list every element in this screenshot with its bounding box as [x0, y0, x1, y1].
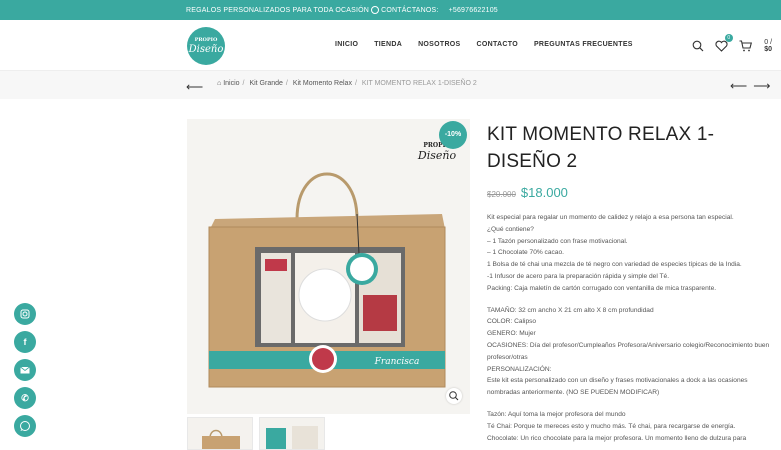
top-announcement-bar: REGALOS PERSONALIZADOS PARA TODA OCASIÓN… [0, 0, 781, 20]
announcement-text: REGALOS PERSONALIZADOS PARA TODA OCASIÓN [186, 6, 370, 14]
instagram-icon[interactable] [14, 303, 36, 325]
nav-item-nosotros[interactable]: NOSOTROS [418, 41, 460, 48]
cart-summary[interactable]: 0 / $0 [764, 39, 781, 53]
discount-badge: -10% [439, 121, 467, 149]
thumbnail-strip [187, 417, 325, 450]
breadcrumb-current: KIT MOMENTO RELAX 1-DISEÑO 2 [361, 80, 477, 87]
nav-item-contacto[interactable]: CONTACTO [477, 41, 518, 48]
logo[interactable]: PROPIO Diseño [187, 27, 225, 65]
logo-line1: PROPIO [194, 37, 218, 43]
thumbnail-1[interactable] [187, 417, 253, 450]
desc-line: – 1 Chocolate 70% cacao. [487, 249, 564, 257]
home-icon: ⌂ [217, 80, 222, 87]
social-sidebar: f ✆ [14, 303, 36, 437]
desc-line: Chocolate: Un rico chocolate para la mej… [487, 434, 747, 442]
product-nav-arrows: ⟵⟶ [730, 79, 776, 93]
desc-line: COLOR: Calipso [487, 318, 537, 326]
whatsapp-icon[interactable] [14, 415, 36, 437]
desc-line: Este kit esta personalizado con un diseñ… [487, 377, 748, 397]
nav-item-preguntas-frecuentes[interactable]: PREGUNTAS FRECUENTES [534, 41, 633, 48]
zoom-icon[interactable] [446, 388, 462, 404]
old-price: $20.000 [487, 190, 516, 199]
breadcrumb-bar: ⟵ ⌂ Inicio / Kit Grande / Kit Momento Rela… [0, 71, 781, 99]
desc-line: GENERO: Mujer [487, 330, 536, 338]
header-icons: 0 0 / $0 [692, 34, 781, 53]
nav-item-tienda[interactable]: TIENDA [374, 41, 402, 48]
contact-label[interactable]: CONTÁCTANOS: [381, 7, 439, 14]
product-image[interactable]: Francisca PROPIO Diseño [187, 119, 470, 414]
product-description: Kit especial para regalar un momento de … [487, 212, 772, 444]
desc-line: Té Chai: Porque te mereces esto y mucho … [487, 422, 736, 430]
whatsapp-icon [371, 6, 380, 14]
cart-total: $0 [764, 46, 773, 53]
desc-line: OCASIONES: Día del profesor/Cumpleaños P… [487, 341, 770, 361]
desc-line: Tazón: Aquí toma la mejor profesora del … [487, 410, 626, 418]
desc-line: Packing: Caja maletín de cartón corrugad… [487, 284, 717, 292]
desc-line: Kit especial para regalar un momento de … [487, 214, 734, 221]
search-icon[interactable] [692, 39, 705, 53]
price-block: $20.000 $18.000 [487, 185, 568, 200]
phone-number[interactable]: +56976622105 [449, 7, 498, 14]
cart-count: 0 [764, 39, 769, 46]
nav-item-inicio[interactable]: INICIO [335, 41, 358, 48]
desc-line: TAMAÑO: 32 cm ancho X 21 cm alto X 8 cm … [487, 306, 654, 314]
desc-line: 1 Bolsa de té chai una mezcla de té negr… [487, 261, 742, 269]
facebook-icon[interactable]: f [14, 331, 36, 353]
breadcrumb-inicio[interactable]: Inicio [223, 80, 239, 87]
prev-product-icon[interactable]: ⟵ [730, 79, 753, 93]
thumbnail-2[interactable] [259, 417, 325, 450]
svg-text:Diseño: Diseño [417, 149, 457, 162]
wishlist-heart-icon[interactable]: 0 [715, 34, 733, 53]
phone-icon[interactable]: ✆ [14, 387, 36, 409]
desc-line: ¿Qué contiene? [487, 225, 534, 233]
wishlist-count-badge: 0 [724, 34, 733, 42]
cart-icon[interactable] [739, 39, 752, 53]
next-product-icon[interactable]: ⟶ [753, 79, 776, 93]
breadcrumb-kit-grande[interactable]: Kit Grande [249, 80, 282, 87]
logo-line2: Diseño [188, 44, 224, 55]
site-header: PROPIO Diseño INICIO TIENDA NOSOTROS CON… [0, 20, 781, 71]
email-icon[interactable] [14, 359, 36, 381]
current-price: $18.000 [520, 185, 568, 200]
product-title: KIT MOMENTO RELAX 1-DISEÑO 2 [487, 124, 715, 172]
breadcrumb-kit-momento-relax[interactable]: Kit Momento Relax [293, 80, 352, 87]
desc-line: -1 Infusor de acero para la preparación … [487, 272, 670, 280]
box-name-label: Francisca [374, 357, 420, 367]
breadcrumb: ⌂ Inicio / Kit Grande / Kit Momento Relax /… [217, 80, 477, 87]
back-arrow-icon[interactable]: ⟵ [186, 80, 203, 94]
desc-line: – 1 Tazón personalizado con frase motiva… [487, 237, 628, 245]
desc-line: PERSONALIZACIÓN: [487, 365, 552, 373]
main-nav: INICIO TIENDA NOSOTROS CONTACTO PREGUNTA… [335, 41, 649, 48]
